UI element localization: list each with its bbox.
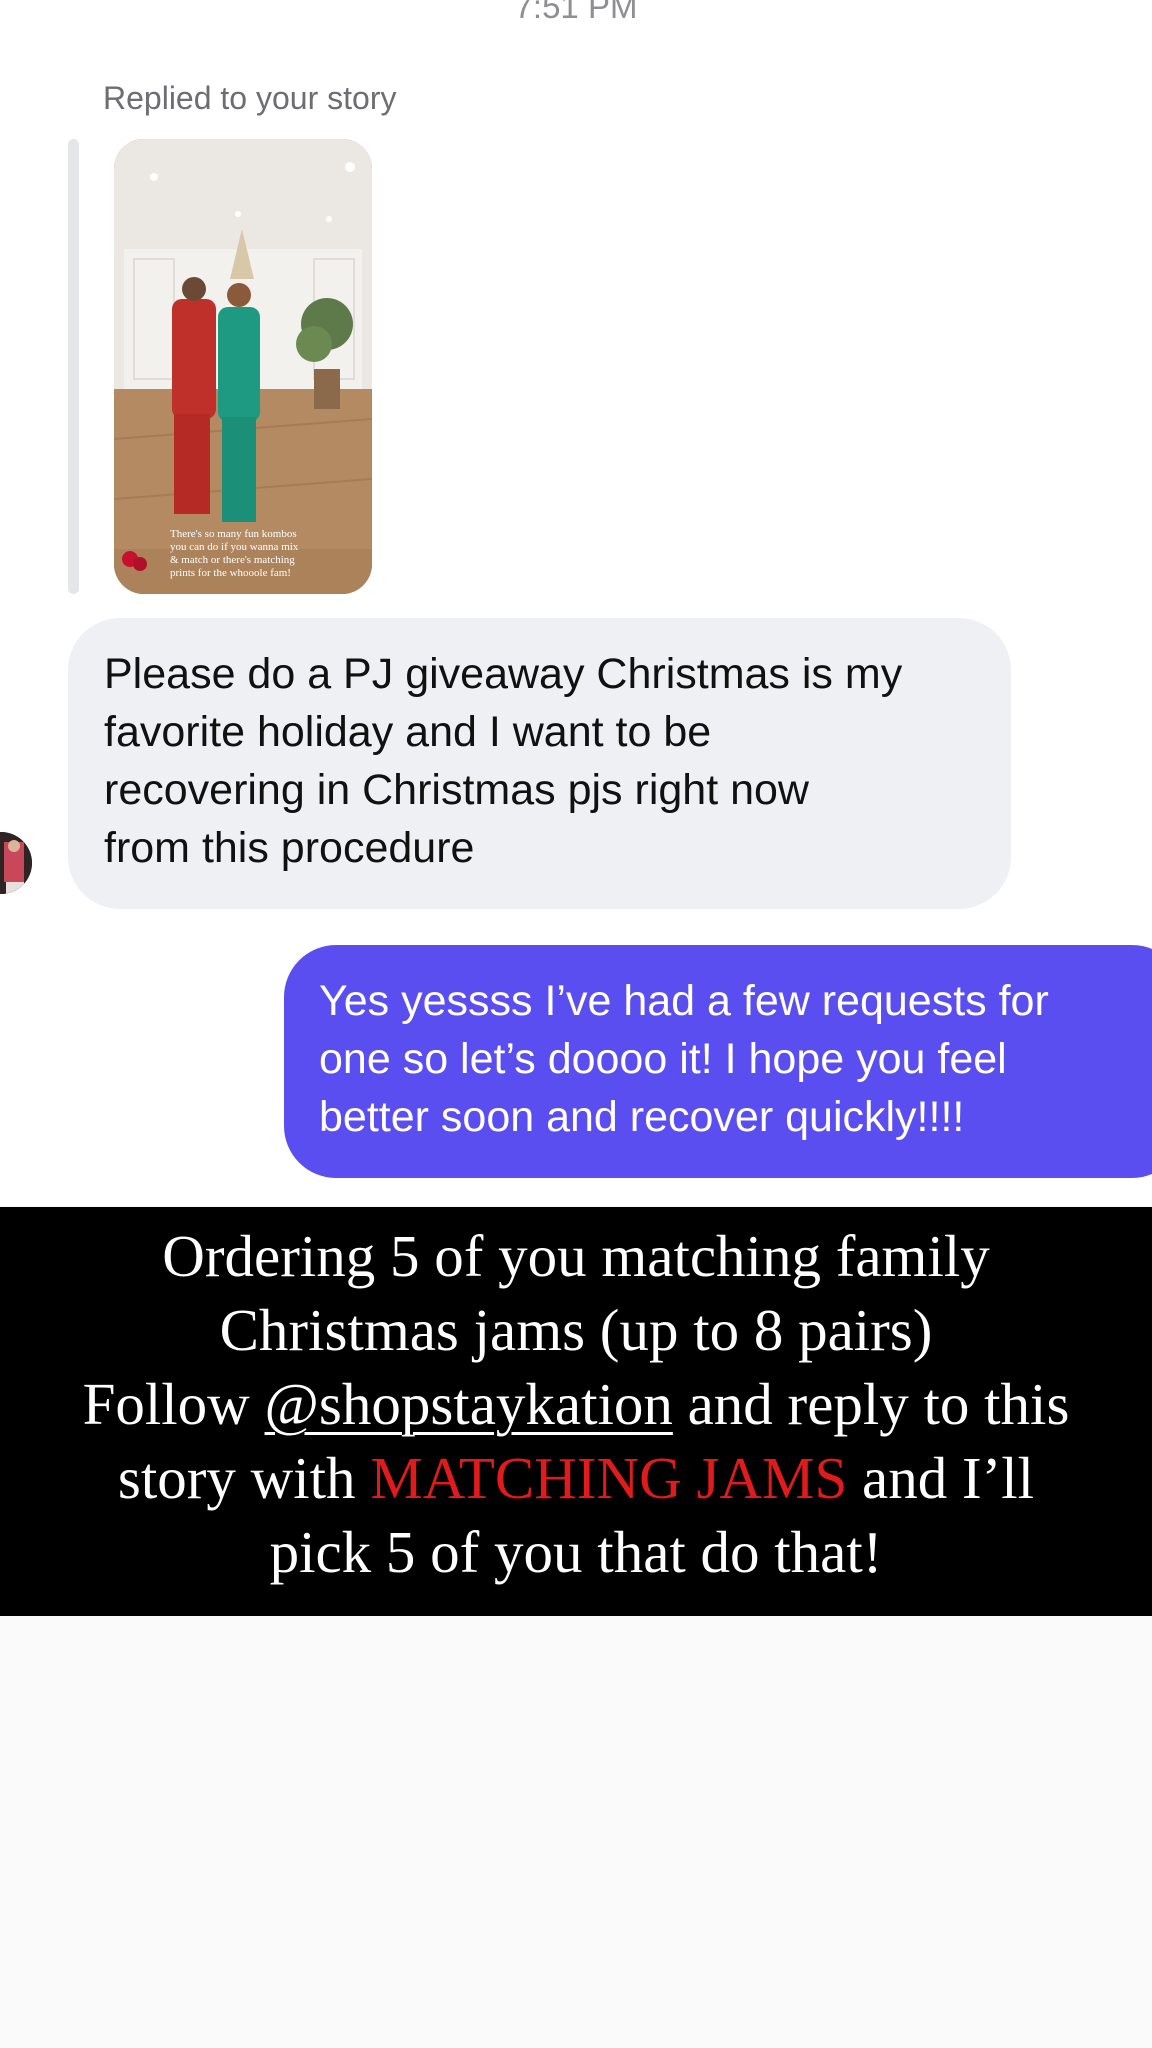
message-line: Please do a PJ giveaway Christmas is my xyxy=(104,650,903,698)
account-mention-link[interactable]: @shopstaykation xyxy=(265,1371,673,1437)
overlay-line: Ordering 5 of you matching family xyxy=(162,1223,990,1289)
message-line: better soon and recover quickly!!!! xyxy=(319,1093,965,1141)
overlay-text: and I’ll xyxy=(862,1445,1035,1511)
story-photo xyxy=(114,139,372,594)
message-timestamp: 7:51 PM xyxy=(514,0,638,25)
keyword-highlight: MATCHING JAMS xyxy=(370,1445,848,1511)
overlay-text: Follow xyxy=(82,1371,250,1437)
story-caption-line: prints for the whooole fam! xyxy=(170,567,291,579)
story-caption: There's so many fun kombos you can do if… xyxy=(170,528,320,580)
story-caption-line: & match or there's matching xyxy=(170,554,295,566)
replied-to-story-label: Replied to your story xyxy=(103,80,397,116)
story-page: 7:51 PM Replied to your story There's so… xyxy=(0,0,1152,2048)
avatar-photo xyxy=(0,832,32,894)
reply-quote-bar xyxy=(68,139,79,594)
message-line: favorite holiday and I want to be xyxy=(104,708,712,756)
outgoing-message-bubble[interactable]: Yes yessss I’ve had a few requests for o… xyxy=(284,945,1152,1178)
incoming-message-bubble[interactable]: Please do a PJ giveaway Christmas is my … xyxy=(68,618,1011,909)
message-line: one so let’s doooo it! I hope you feel xyxy=(319,1035,1007,1083)
sender-avatar[interactable] xyxy=(0,832,32,894)
overlay-line: story with MATCHING JAMS and I’ll xyxy=(0,1441,1152,1515)
dm-screenshot: 7:51 PM Replied to your story There's so… xyxy=(0,0,1152,1205)
message-line: recovering in Christmas pjs right now xyxy=(104,766,809,814)
overlay-text: story with xyxy=(117,1445,356,1511)
message-line: from this procedure xyxy=(104,824,475,872)
message-line: Yes yessss I’ve had a few requests for xyxy=(319,977,1049,1025)
story-caption-line: There's so many fun kombos xyxy=(170,528,297,540)
overlay-line: Follow @shopstaykation and reply to this xyxy=(0,1367,1152,1441)
overlay-line: pick 5 of you that do that! xyxy=(269,1519,883,1585)
overlay-line: Christmas jams (up to 8 pairs) xyxy=(219,1297,933,1363)
story-thumbnail[interactable]: There's so many fun kombos you can do if… xyxy=(114,139,372,594)
story-caption-line: you can do if you wanna mix xyxy=(170,541,299,553)
story-text-overlay: Ordering 5 of you matching family Christ… xyxy=(0,1207,1152,1616)
overlay-text: and reply to this xyxy=(687,1371,1070,1437)
